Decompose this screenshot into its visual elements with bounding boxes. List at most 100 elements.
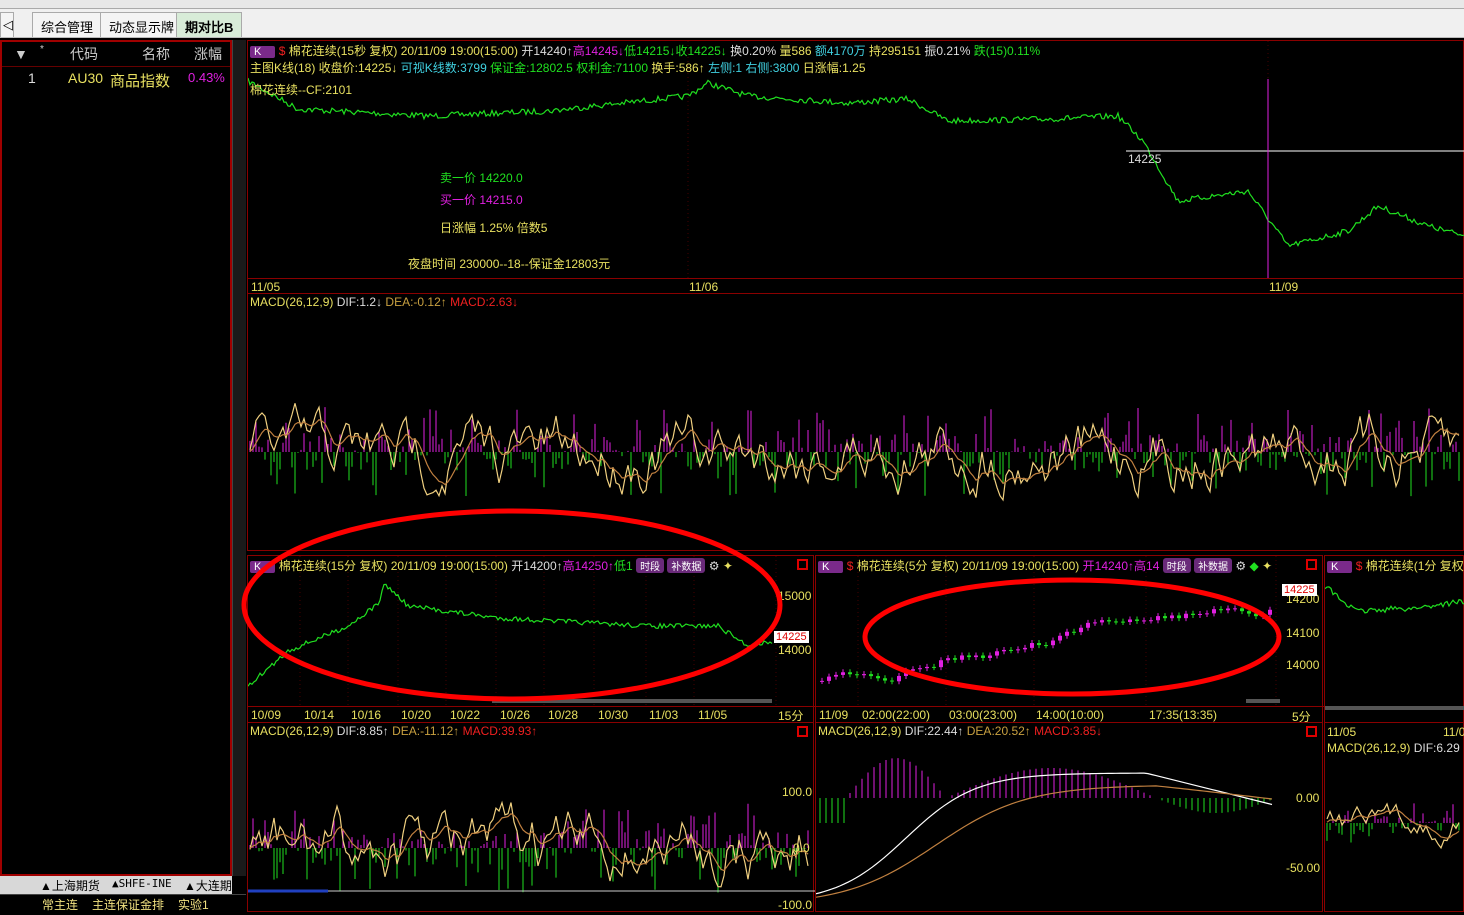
toolbar	[0, 0, 1464, 9]
group-tabs: 常主连 主连保证金排 实验1	[0, 894, 246, 913]
gear-icon[interactable]: ⚙	[1235, 559, 1246, 573]
sub2-macd-panel: MACD(26,12,9) DIF:22.44↑ DEA:20.52↑ MACD…	[815, 722, 1323, 912]
y-tick: 14100	[1286, 626, 1320, 640]
turnover-value: 换0.20%	[730, 44, 777, 58]
maximize-icon[interactable]	[1306, 559, 1317, 570]
macd-dif: DIF:22.44↑	[904, 724, 964, 738]
maximize-icon[interactable]	[797, 559, 808, 570]
date-label: 14:00(10:00)	[1036, 708, 1105, 722]
price-line	[248, 77, 1464, 248]
tab-dce[interactable]: ▲大连期	[184, 877, 232, 894]
macd-header: MACD(26,12,9) DIF:1.2↓ DEA:-0.12↑ MACD:2…	[250, 295, 518, 309]
tab-bar: ◁ 综合管理 动态显示牌 期对比B	[0, 9, 1464, 38]
date-label: 11/05	[1327, 725, 1357, 739]
tab-shfe-ine[interactable]: ▲SHFE-INE	[112, 877, 172, 890]
chart-title: 棉花连续(1分 复权)	[1365, 559, 1464, 573]
cursor-price: 14225	[1128, 152, 1162, 166]
tab-experiment[interactable]: 实验1	[178, 896, 209, 913]
horizontal-scrollbar[interactable]	[1325, 706, 1464, 710]
date-label: 03:00(23:00)	[949, 708, 1018, 722]
macd-label: MACD(26,12,9)	[250, 295, 334, 309]
margin: 保证金:12802.5	[490, 61, 573, 75]
left-side: 左侧:1	[708, 61, 743, 75]
pin-icon[interactable]: ✦	[723, 559, 733, 573]
chart-time: 20/11/09 19:00(15:00)	[962, 559, 1080, 573]
y-tick: -50.00	[1286, 861, 1321, 875]
tab-main-continuous[interactable]: 常主连	[42, 896, 78, 913]
tab-shfe[interactable]: ▲上海期货	[40, 877, 100, 894]
fill-data-button[interactable]: 补数据	[1194, 558, 1233, 573]
date-label: 17:35(13:35)	[1149, 708, 1218, 722]
main-chart[interactable]: K $ 棉花连续(15秒 复权) 20/11/09 19:00(15:00) 开…	[247, 40, 1464, 294]
sort-dropdown-icon[interactable]: ▼	[14, 46, 28, 62]
col-change[interactable]: 涨幅	[194, 44, 222, 64]
k-button[interactable]: K	[1327, 561, 1353, 573]
maximize-icon[interactable]	[797, 726, 808, 737]
pin-icon[interactable]: ✦	[1262, 559, 1272, 573]
dollar-icon: $	[846, 559, 854, 573]
macd-label: MACD(26,12,9)	[250, 724, 334, 738]
col-star[interactable]: *	[40, 44, 44, 55]
macd-header: MACD(26,12,9) DIF:8.85↑ DEA:-11.12↑ MACD…	[250, 724, 537, 738]
sub-chart-1min[interactable]: K $ 棉花连续(1分 复权)	[1324, 555, 1464, 723]
high-value: 高14250↑	[562, 559, 615, 573]
tab-scroll-left[interactable]: ◁	[0, 12, 14, 37]
date-label: 02:00(22:00)	[862, 708, 931, 722]
k-button[interactable]: K	[818, 561, 844, 573]
date-label: 11/03	[649, 708, 679, 722]
date-axis	[816, 706, 1324, 707]
watchlist-scrollbar[interactable]	[232, 40, 246, 876]
horizontal-scrollbar[interactable]	[1246, 699, 1280, 703]
horizontal-scrollbar[interactable]	[492, 699, 772, 703]
sub-chart-15min[interactable]: K 棉花连续(15分 复权) 20/11/09 19:00(15:00) 开14…	[247, 555, 815, 723]
sub-chart-5min[interactable]: K $ 棉花连续(5分 复权) 20/11/09 19:00(15:00) 开1…	[815, 555, 1324, 724]
dollar-icon: $	[1355, 559, 1363, 573]
price-line	[248, 583, 773, 687]
macd-dif: DIF:8.85↑	[336, 724, 389, 738]
sub1-header: K 棉花连续(15分 复权) 20/11/09 19:00(15:00) 开14…	[250, 557, 733, 574]
main-macd-panel: MACD(26,12,9) DIF:1.2↓ DEA:-0.12↑ MACD:2…	[247, 293, 1464, 551]
gear-icon[interactable]: ⚙	[709, 559, 720, 573]
date-label: 10/30	[598, 708, 629, 722]
date-axis	[248, 278, 1464, 279]
fall-value: 跌(15)0.11%	[973, 44, 1041, 58]
low-value: 低14215↓	[624, 44, 676, 58]
k-button[interactable]: K	[250, 561, 276, 573]
sub2-header: K $ 棉花连续(5分 复权) 20/11/09 19:00(15:00) 开1…	[818, 557, 1272, 574]
chart-time: 20/11/09 19:00(15:00)	[390, 559, 508, 573]
y-tick: 0.00	[1296, 791, 1320, 805]
price-line-1min	[1325, 586, 1464, 614]
tab-margin-rank[interactable]: 主连保证金排	[92, 896, 164, 913]
open-value: 开14200↑	[511, 559, 563, 573]
date-label: 10/09	[251, 708, 282, 722]
date-label: 10/26	[500, 708, 531, 722]
col-code[interactable]: 代码	[70, 44, 98, 64]
main-chart-subheader: 主图K线(18) 收盘价:14225↓ 可视K线数:3799 保证金:12802…	[250, 59, 866, 76]
row-change: 0.43%	[188, 70, 225, 85]
macd-histogram	[249, 403, 1460, 502]
col-name[interactable]: 名称	[142, 44, 170, 64]
period-button[interactable]: 时段	[1162, 558, 1191, 573]
macd-histogram	[816, 758, 1273, 898]
macd-dea: DEA:-0.12↑	[385, 295, 447, 309]
visible-bars: 可视K线数:3799	[400, 61, 487, 75]
price-line	[1325, 586, 1464, 614]
chart-title: 棉花连续(15分 复权)	[278, 559, 388, 573]
date-label: 11/09	[819, 708, 849, 722]
tab-zonghe[interactable]: 综合管理	[32, 12, 103, 37]
sub3-macd-panel: 11/05 11/0 MACD(26,12,9) DIF:6.29	[1324, 722, 1464, 912]
sub1-macd-panel: MACD(26,12,9) DIF:8.85↑ DEA:-11.12↑ MACD…	[247, 722, 815, 912]
period-button[interactable]: 时段	[636, 558, 665, 573]
main-chart-header: K $ 棉花连续(15秒 复权) 20/11/09 19:00(15:00) 开…	[250, 42, 1040, 59]
date-label: 11/09	[1269, 280, 1299, 294]
k-button[interactable]: K	[250, 46, 276, 58]
sub3-header: K $ 棉花连续(1分 复权)	[1327, 557, 1464, 574]
tab-dongtai[interactable]: 动态显示牌	[100, 12, 184, 37]
fill-data-button[interactable]: 补数据	[667, 558, 706, 573]
maximize-icon[interactable]	[1306, 726, 1317, 737]
date-axis	[248, 706, 815, 707]
date-label: 11/05	[251, 280, 281, 294]
dif-line	[249, 403, 1460, 502]
tab-qiduibi[interactable]: 期对比B	[176, 12, 243, 37]
diamond-icon[interactable]: ◆	[1250, 559, 1259, 573]
